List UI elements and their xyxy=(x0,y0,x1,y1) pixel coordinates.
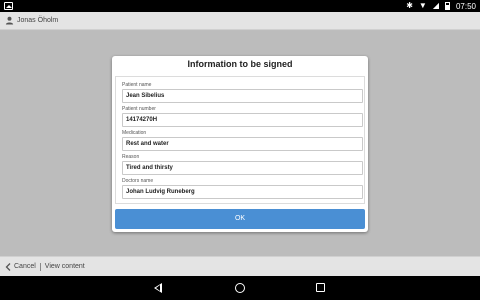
wifi-icon: ▼ xyxy=(418,1,427,10)
recents-icon[interactable] xyxy=(316,283,325,292)
reason-field[interactable]: Tired and thirsty xyxy=(122,161,363,175)
bluetooth-icon: ✱ xyxy=(406,1,413,10)
chevron-left-icon[interactable] xyxy=(5,262,11,271)
separator xyxy=(39,262,41,271)
medication-label: Medication xyxy=(122,130,147,136)
patient-number-label: Patient number xyxy=(122,106,156,112)
patient-name-label: Patient name xyxy=(122,82,152,88)
user-name: Jonas Öholm xyxy=(17,17,59,24)
ok-button[interactable]: OK xyxy=(115,209,365,229)
medication-field[interactable]: Rest and water xyxy=(122,137,363,151)
view-content-button[interactable]: View content xyxy=(45,263,85,270)
patient-name-field[interactable]: Jean Sibelius xyxy=(122,89,363,103)
back-icon[interactable] xyxy=(154,283,162,293)
battery-icon xyxy=(444,2,450,10)
doctors-name-label: Doctors name xyxy=(122,178,154,184)
bottom-bar: Cancel View content xyxy=(0,256,480,276)
cancel-button[interactable]: Cancel xyxy=(14,263,36,270)
doctors-name-field[interactable]: Johan Ludvig Runeberg xyxy=(122,185,363,199)
app-header: Jonas Öholm xyxy=(0,12,480,30)
navigation-bar xyxy=(0,276,480,300)
status-time: 07:50 xyxy=(455,1,476,11)
status-icons: ✱ ▼ ◢ 07:50 xyxy=(406,0,476,12)
dialog-title: Information to be signed xyxy=(187,59,293,69)
home-icon[interactable] xyxy=(235,283,245,293)
signal-icon: ◢ xyxy=(432,1,439,10)
patient-number-field[interactable]: 14174270H xyxy=(122,113,363,127)
status-bar: ✱ ▼ ◢ 07:50 xyxy=(0,0,480,12)
user-icon xyxy=(5,16,14,25)
reason-label: Reason xyxy=(122,154,140,160)
gallery-icon xyxy=(4,2,13,10)
signing-dialog: Information to be signed Patient name Je… xyxy=(112,56,368,232)
form-area: Patient name Jean Sibelius Patient numbe… xyxy=(115,76,365,204)
